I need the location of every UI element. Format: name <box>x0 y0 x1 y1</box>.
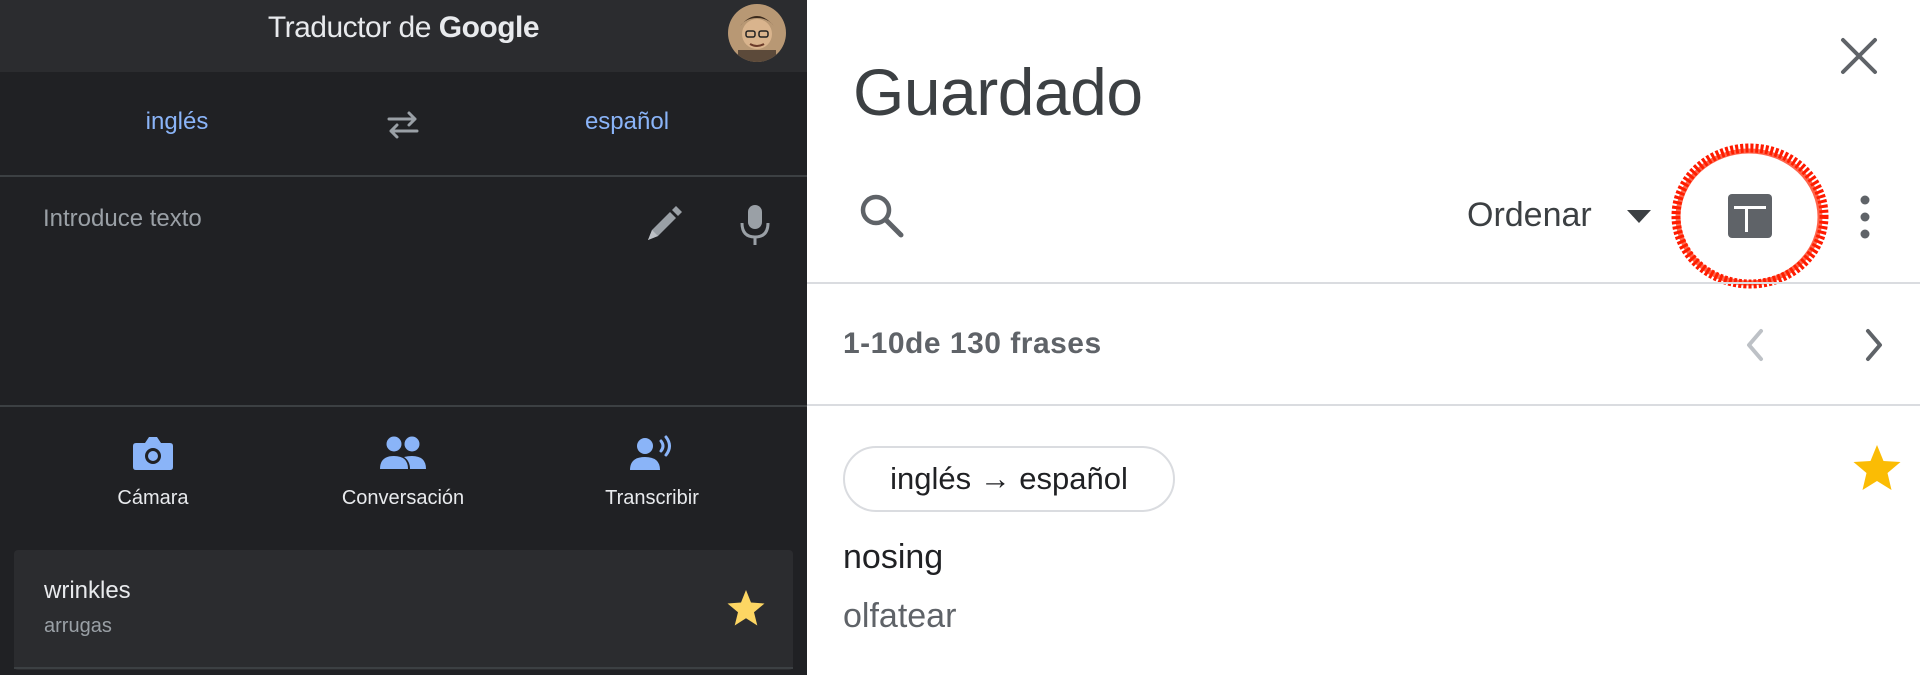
language-bar: inglés español <box>0 72 807 177</box>
transcribe-mode-label: Transcribir <box>605 487 699 509</box>
avatar-image <box>728 4 786 62</box>
text-input-placeholder[interactable]: Introduce texto <box>43 205 202 233</box>
chevron-right-icon[interactable] <box>1862 327 1886 363</box>
conversation-mode-label: Conversación <box>341 487 465 509</box>
sort-dropdown[interactable]: Ordenar <box>1467 192 1651 238</box>
translate-panel: Traductor de Google inglés español Intro… <box>0 0 807 675</box>
target-language-button[interactable]: español <box>452 108 802 136</box>
camera-icon <box>133 437 173 470</box>
camera-mode-label: Cámara <box>117 487 189 509</box>
phrase-count: 1-10de 130 frases <box>843 327 1102 360</box>
transcribe-icon <box>630 435 671 470</box>
language-pair-chip: inglés → español <box>843 446 1175 512</box>
saved-panel: Guardado Ordenar 1-10de 130 frases inglé… <box>807 0 1920 675</box>
source-language-button[interactable]: inglés <box>0 108 354 136</box>
history-item[interactable]: wrinkles arrugas <box>14 550 793 670</box>
divider <box>807 404 1920 406</box>
page-title: Guardado <box>853 55 1143 129</box>
input-modes: Cámara Conversación Transcribir <box>0 409 807 533</box>
app-header: Traductor de Google <box>0 0 807 72</box>
search-icon[interactable] <box>857 191 907 241</box>
transcribe-mode-button[interactable]: Transcribir <box>532 409 772 533</box>
caret-down-icon <box>1627 210 1651 223</box>
star-icon[interactable] <box>1851 443 1903 493</box>
star-icon[interactable] <box>726 588 766 628</box>
saved-phrase: nosing <box>843 538 944 576</box>
avatar[interactable] <box>728 4 786 62</box>
saved-phrase-translation: olfatear <box>843 597 957 635</box>
sort-label: Ordenar <box>1467 196 1592 234</box>
people-icon <box>380 436 426 469</box>
conversation-mode-button[interactable]: Conversación <box>283 409 523 533</box>
export-spreadsheet-icon[interactable] <box>1726 192 1774 240</box>
close-icon[interactable] <box>1839 36 1879 76</box>
more-options-icon[interactable] <box>1857 192 1873 242</box>
divider <box>807 282 1920 284</box>
camera-mode-button[interactable]: Cámara <box>33 409 273 533</box>
divider <box>14 667 793 669</box>
microphone-icon[interactable] <box>738 203 772 247</box>
text-input-area[interactable]: Introduce texto <box>0 179 807 407</box>
chevron-left-icon[interactable] <box>1743 327 1767 363</box>
swap-languages-icon[interactable] <box>383 110 423 140</box>
history-word: wrinkles <box>44 577 131 604</box>
app-title: Traductor de Google <box>267 11 540 44</box>
history-translation: arrugas <box>44 615 112 637</box>
handwriting-pen-icon[interactable] <box>642 204 684 246</box>
